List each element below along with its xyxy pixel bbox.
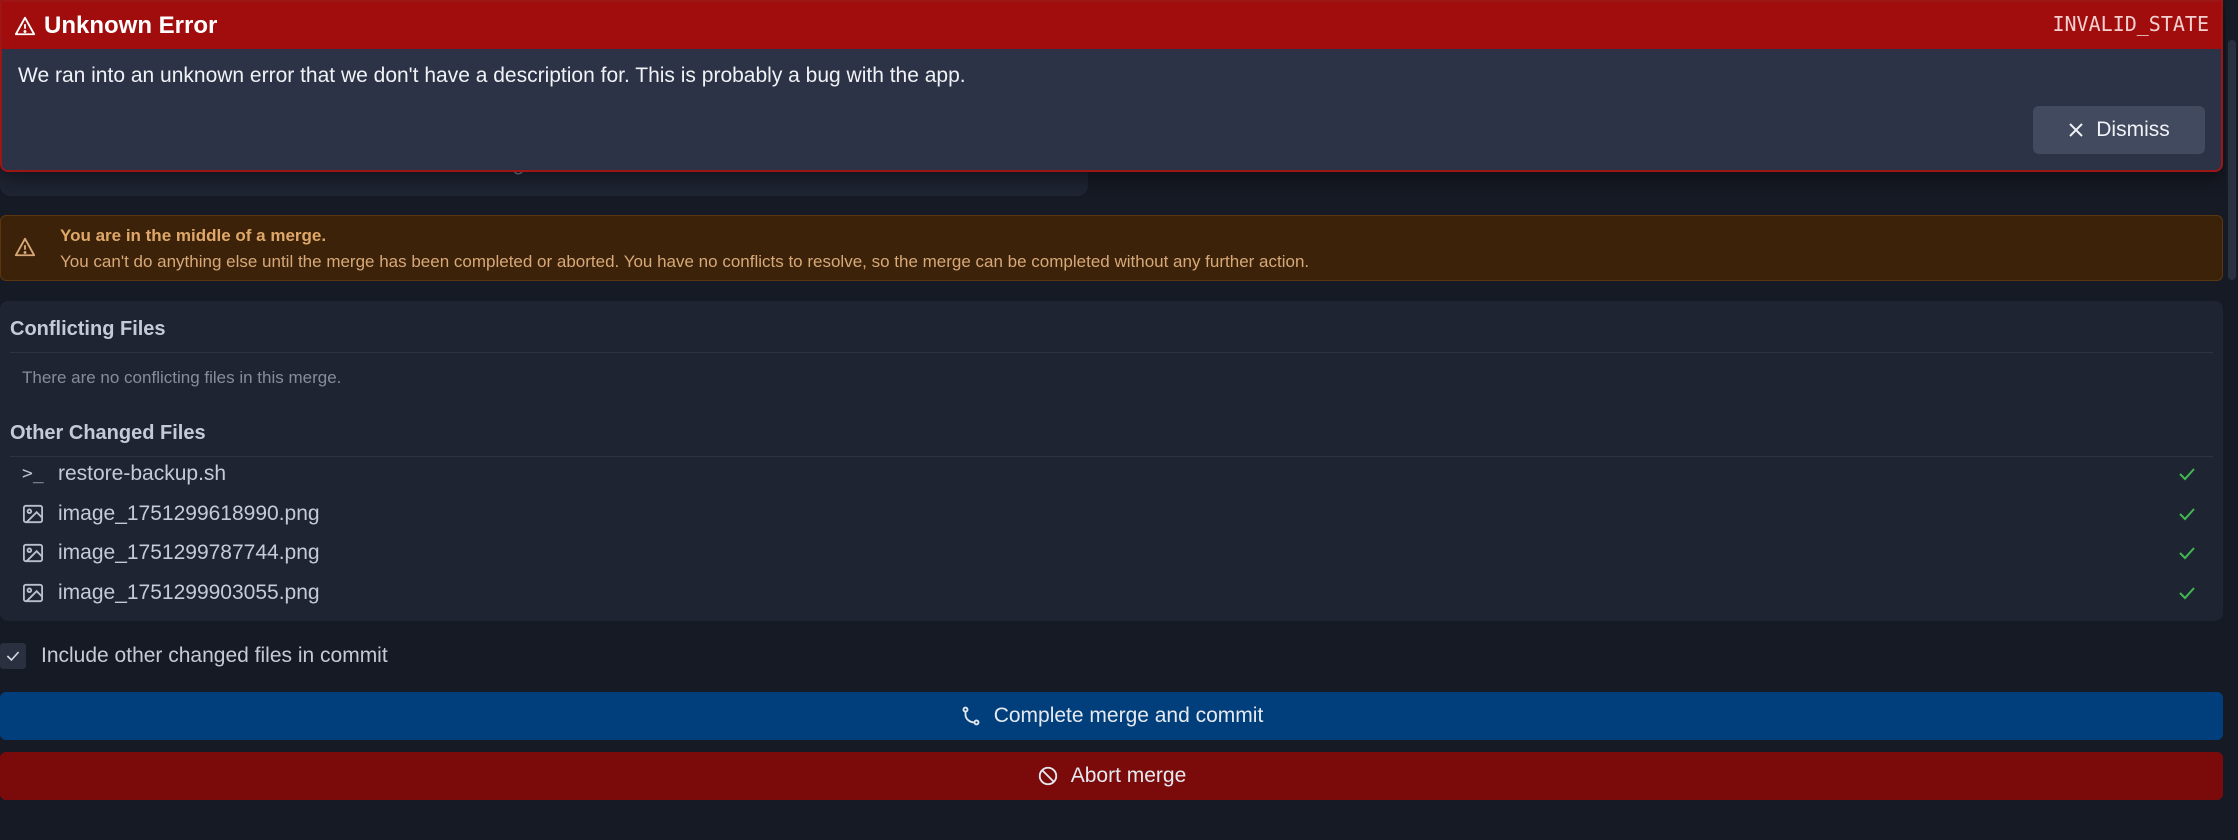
ban-icon [1038, 766, 1057, 786]
image-icon [23, 583, 43, 603]
error-title: Unknown Error [44, 11, 218, 39]
terminal-icon: >_ [22, 463, 44, 484]
error-banner: Unknown Error INVALID_STATE We ran into … [0, 0, 2223, 172]
warning-icon [14, 237, 36, 257]
error-title-row: Unknown Error [14, 12, 217, 40]
file-row[interactable]: image_1751299903055.png [0, 573, 2223, 613]
include-files-checkbox[interactable] [0, 643, 26, 669]
warning-body: You can't do anything else until the mer… [60, 252, 1310, 271]
other-files-title: Other Changed Files [10, 422, 206, 444]
image-icon [23, 504, 43, 524]
error-code: INVALID_STATE [2052, 12, 2209, 36]
file-name: restore-backup.sh [58, 462, 227, 485]
no-conflicts-note: There are no conflicting files in this m… [22, 368, 342, 387]
divider [10, 352, 2213, 353]
dismiss-button[interactable]: Dismiss [2033, 106, 2205, 154]
check-icon [2179, 508, 2195, 521]
include-files-label[interactable]: Include other changed files in commit [41, 643, 388, 669]
error-message: We ran into an unknown error that we don… [18, 64, 966, 87]
file-row[interactable]: >_ restore-backup.sh [0, 454, 2223, 494]
check-icon [2179, 587, 2195, 600]
scrollbar-thumb[interactable] [2228, 40, 2236, 280]
check-icon [2179, 468, 2195, 481]
warning-icon [14, 16, 36, 35]
error-header: Unknown Error INVALID_STATE [2, 2, 2221, 49]
close-icon [2069, 123, 2083, 137]
warning-title: You are in the middle of a merge. [60, 226, 327, 245]
file-name: image_1751299618990.png [58, 502, 320, 525]
abort-merge-label: Abort merge [1070, 764, 1187, 787]
conflicting-files-title: Conflicting Files [10, 318, 166, 340]
git-merge-icon [962, 706, 980, 726]
check-icon [6, 651, 20, 662]
complete-merge-label: Complete merge and commit [993, 704, 1264, 727]
scrollbar[interactable] [2226, 0, 2238, 840]
file-row[interactable]: image_1751299618990.png [0, 494, 2223, 534]
complete-merge-button[interactable]: Complete merge and commit [0, 692, 2223, 740]
file-name: image_1751299903055.png [58, 581, 320, 604]
file-name: image_1751299787744.png [58, 541, 320, 564]
files-panel: Conflicting Files There are no conflicti… [0, 301, 2223, 621]
dismiss-label: Dismiss [2096, 118, 2170, 141]
check-icon [2179, 547, 2195, 560]
merge-warning: You are in the middle of a merge. You ca… [0, 215, 2223, 281]
image-icon [23, 543, 43, 563]
abort-merge-button[interactable]: Abort merge [0, 752, 2223, 800]
file-row[interactable]: image_1751299787744.png [0, 533, 2223, 573]
